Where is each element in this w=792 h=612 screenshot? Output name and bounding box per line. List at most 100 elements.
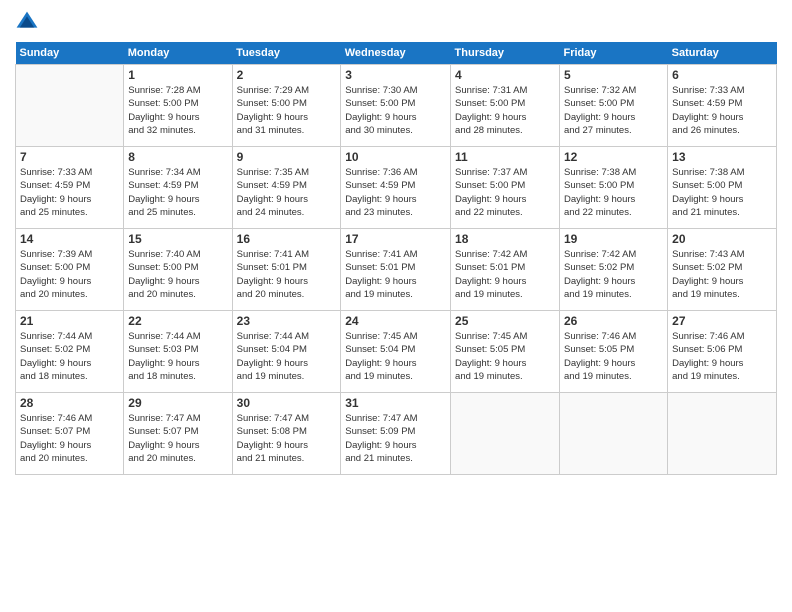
day-info: Sunrise: 7:46 AM Sunset: 5:06 PM Dayligh… xyxy=(672,330,772,383)
weekday-header-saturday: Saturday xyxy=(668,42,777,65)
day-info: Sunrise: 7:45 AM Sunset: 5:05 PM Dayligh… xyxy=(455,330,555,383)
calendar-cell: 24 Sunrise: 7:45 AM Sunset: 5:04 PM Dayli… xyxy=(341,311,451,393)
calendar-cell: 18 Sunrise: 7:42 AM Sunset: 5:01 PM Dayli… xyxy=(451,229,560,311)
calendar-cell: 9 Sunrise: 7:35 AM Sunset: 4:59 PM Daylig… xyxy=(232,147,341,229)
day-number: 2 xyxy=(237,68,337,82)
day-number: 3 xyxy=(345,68,446,82)
day-number: 23 xyxy=(237,314,337,328)
calendar-cell: 25 Sunrise: 7:45 AM Sunset: 5:05 PM Dayli… xyxy=(451,311,560,393)
calendar-cell: 11 Sunrise: 7:37 AM Sunset: 5:00 PM Dayli… xyxy=(451,147,560,229)
day-number: 11 xyxy=(455,150,555,164)
calendar-cell: 1 Sunrise: 7:28 AM Sunset: 5:00 PM Daylig… xyxy=(124,65,232,147)
calendar-cell: 7 Sunrise: 7:33 AM Sunset: 4:59 PM Daylig… xyxy=(16,147,124,229)
day-info: Sunrise: 7:34 AM Sunset: 4:59 PM Dayligh… xyxy=(128,166,227,219)
logo xyxy=(15,10,43,34)
day-info: Sunrise: 7:47 AM Sunset: 5:08 PM Dayligh… xyxy=(237,412,337,465)
day-number: 18 xyxy=(455,232,555,246)
calendar-cell: 10 Sunrise: 7:36 AM Sunset: 4:59 PM Dayli… xyxy=(341,147,451,229)
day-info: Sunrise: 7:42 AM Sunset: 5:01 PM Dayligh… xyxy=(455,248,555,301)
day-info: Sunrise: 7:37 AM Sunset: 5:00 PM Dayligh… xyxy=(455,166,555,219)
day-info: Sunrise: 7:38 AM Sunset: 5:00 PM Dayligh… xyxy=(564,166,663,219)
logo-icon xyxy=(15,10,39,34)
day-number: 5 xyxy=(564,68,663,82)
calendar-cell xyxy=(451,393,560,475)
day-number: 13 xyxy=(672,150,772,164)
day-number: 25 xyxy=(455,314,555,328)
calendar-week-5: 28Sunrise: 7:46 AM Sunset: 5:07 PM Dayli… xyxy=(16,393,777,475)
day-number: 4 xyxy=(455,68,555,82)
day-info: Sunrise: 7:39 AM Sunset: 5:00 PM Dayligh… xyxy=(20,248,119,301)
day-info: Sunrise: 7:33 AM Sunset: 4:59 PM Dayligh… xyxy=(672,84,772,137)
weekday-header-row: SundayMondayTuesdayWednesdayThursdayFrid… xyxy=(16,42,777,65)
day-number: 16 xyxy=(237,232,337,246)
calendar-cell: 27 Sunrise: 7:46 AM Sunset: 5:06 PM Dayli… xyxy=(668,311,777,393)
day-number: 9 xyxy=(237,150,337,164)
page-header xyxy=(15,10,777,34)
day-info: Sunrise: 7:35 AM Sunset: 4:59 PM Dayligh… xyxy=(237,166,337,219)
day-info: Sunrise: 7:30 AM Sunset: 5:00 PM Dayligh… xyxy=(345,84,446,137)
calendar-cell: 6 Sunrise: 7:33 AM Sunset: 4:59 PM Daylig… xyxy=(668,65,777,147)
calendar-table: SundayMondayTuesdayWednesdayThursdayFrid… xyxy=(15,42,777,475)
day-number: 22 xyxy=(128,314,227,328)
day-number: 12 xyxy=(564,150,663,164)
day-number: 8 xyxy=(128,150,227,164)
day-info: Sunrise: 7:36 AM Sunset: 4:59 PM Dayligh… xyxy=(345,166,446,219)
day-number: 29 xyxy=(128,396,227,410)
day-info: Sunrise: 7:29 AM Sunset: 5:00 PM Dayligh… xyxy=(237,84,337,137)
calendar-cell: 14 Sunrise: 7:39 AM Sunset: 5:00 PM Dayli… xyxy=(16,229,124,311)
day-number: 21 xyxy=(20,314,119,328)
day-number: 27 xyxy=(672,314,772,328)
day-info: Sunrise: 7:40 AM Sunset: 5:00 PM Dayligh… xyxy=(128,248,227,301)
day-info: Sunrise: 7:31 AM Sunset: 5:00 PM Dayligh… xyxy=(455,84,555,137)
day-number: 14 xyxy=(20,232,119,246)
calendar-week-1: 1 Sunrise: 7:28 AM Sunset: 5:00 PM Daylig… xyxy=(16,65,777,147)
calendar-cell: 5Sunrise: 7:32 AM Sunset: 5:00 PM Daylig… xyxy=(560,65,668,147)
day-number: 1 xyxy=(128,68,227,82)
day-info: Sunrise: 7:43 AM Sunset: 5:02 PM Dayligh… xyxy=(672,248,772,301)
day-number: 15 xyxy=(128,232,227,246)
weekday-header-friday: Friday xyxy=(560,42,668,65)
calendar-cell: 8 Sunrise: 7:34 AM Sunset: 4:59 PM Daylig… xyxy=(124,147,232,229)
day-number: 26 xyxy=(564,314,663,328)
weekday-header-thursday: Thursday xyxy=(451,42,560,65)
day-number: 10 xyxy=(345,150,446,164)
day-info: Sunrise: 7:38 AM Sunset: 5:00 PM Dayligh… xyxy=(672,166,772,219)
day-number: 24 xyxy=(345,314,446,328)
day-number: 6 xyxy=(672,68,772,82)
calendar-cell: 31 Sunrise: 7:47 AM Sunset: 5:09 PM Dayli… xyxy=(341,393,451,475)
day-info: Sunrise: 7:44 AM Sunset: 5:02 PM Dayligh… xyxy=(20,330,119,383)
day-info: Sunrise: 7:44 AM Sunset: 5:03 PM Dayligh… xyxy=(128,330,227,383)
weekday-header-tuesday: Tuesday xyxy=(232,42,341,65)
calendar-cell: 17 Sunrise: 7:41 AM Sunset: 5:01 PM Dayli… xyxy=(341,229,451,311)
calendar-cell: 19Sunrise: 7:42 AM Sunset: 5:02 PM Dayli… xyxy=(560,229,668,311)
calendar-cell: 16Sunrise: 7:41 AM Sunset: 5:01 PM Dayli… xyxy=(232,229,341,311)
calendar-cell: 3 Sunrise: 7:30 AM Sunset: 5:00 PM Daylig… xyxy=(341,65,451,147)
calendar-cell: 29Sunrise: 7:47 AM Sunset: 5:07 PM Dayli… xyxy=(124,393,232,475)
day-info: Sunrise: 7:46 AM Sunset: 5:07 PM Dayligh… xyxy=(20,412,119,465)
day-number: 30 xyxy=(237,396,337,410)
day-info: Sunrise: 7:28 AM Sunset: 5:00 PM Dayligh… xyxy=(128,84,227,137)
day-info: Sunrise: 7:45 AM Sunset: 5:04 PM Dayligh… xyxy=(345,330,446,383)
calendar-cell xyxy=(668,393,777,475)
calendar-week-2: 7 Sunrise: 7:33 AM Sunset: 4:59 PM Daylig… xyxy=(16,147,777,229)
calendar-cell: 28Sunrise: 7:46 AM Sunset: 5:07 PM Dayli… xyxy=(16,393,124,475)
calendar-cell: 20 Sunrise: 7:43 AM Sunset: 5:02 PM Dayli… xyxy=(668,229,777,311)
weekday-header-sunday: Sunday xyxy=(16,42,124,65)
day-info: Sunrise: 7:47 AM Sunset: 5:09 PM Dayligh… xyxy=(345,412,446,465)
calendar-week-3: 14 Sunrise: 7:39 AM Sunset: 5:00 PM Dayli… xyxy=(16,229,777,311)
calendar-cell xyxy=(560,393,668,475)
day-number: 31 xyxy=(345,396,446,410)
weekday-header-wednesday: Wednesday xyxy=(341,42,451,65)
calendar-cell: 4 Sunrise: 7:31 AM Sunset: 5:00 PM Daylig… xyxy=(451,65,560,147)
calendar-cell: 23Sunrise: 7:44 AM Sunset: 5:04 PM Dayli… xyxy=(232,311,341,393)
day-number: 19 xyxy=(564,232,663,246)
day-info: Sunrise: 7:33 AM Sunset: 4:59 PM Dayligh… xyxy=(20,166,119,219)
day-info: Sunrise: 7:41 AM Sunset: 5:01 PM Dayligh… xyxy=(345,248,446,301)
day-number: 7 xyxy=(20,150,119,164)
day-number: 20 xyxy=(672,232,772,246)
calendar-cell: 13 Sunrise: 7:38 AM Sunset: 5:00 PM Dayli… xyxy=(668,147,777,229)
calendar-cell: 22 Sunrise: 7:44 AM Sunset: 5:03 PM Dayli… xyxy=(124,311,232,393)
calendar-cell: 15 Sunrise: 7:40 AM Sunset: 5:00 PM Dayli… xyxy=(124,229,232,311)
day-number: 17 xyxy=(345,232,446,246)
calendar-cell: 26Sunrise: 7:46 AM Sunset: 5:05 PM Dayli… xyxy=(560,311,668,393)
